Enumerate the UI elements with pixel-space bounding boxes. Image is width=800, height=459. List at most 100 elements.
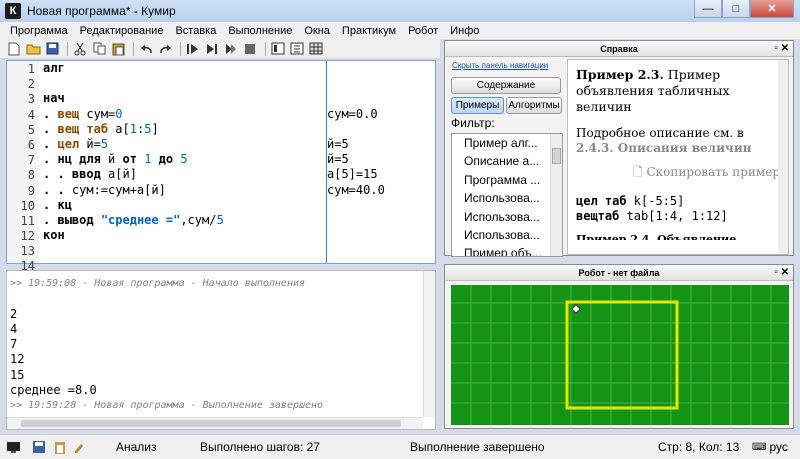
- save-icon[interactable]: [31, 440, 46, 455]
- list-item[interactable]: Программа ...: [452, 171, 562, 189]
- line-number: 5: [27, 122, 35, 137]
- list-item[interactable]: Пример объ...: [452, 244, 562, 256]
- menu-run[interactable]: Выполнение: [222, 25, 298, 37]
- line-number: 3: [27, 92, 35, 107]
- line-number: 10: [20, 198, 35, 213]
- list-scrollbar[interactable]: [550, 134, 562, 256]
- status-bar: Анализ Выполнено шагов: 27 Выполнение за…: [0, 434, 800, 459]
- menu-practicum[interactable]: Практикум: [336, 25, 402, 37]
- doc-scrollbar[interactable]: [778, 60, 788, 254]
- console-horizontal-scrollbar[interactable]: [7, 417, 423, 429]
- stop-icon[interactable]: [242, 41, 258, 57]
- code-line[interactable]: . . сум:=сум+а[й]: [43, 183, 331, 198]
- examples-button[interactable]: Примеры: [451, 97, 504, 114]
- doc-reference-link[interactable]: 2.4.3. Описания величин: [576, 141, 752, 155]
- toolbar-separator: [133, 41, 134, 56]
- robot-grid: [451, 285, 789, 425]
- paste-icon[interactable]: [110, 41, 126, 57]
- margin-value: [327, 61, 436, 76]
- close-button[interactable]: ✕: [750, 0, 794, 18]
- doc-code-keyword: цел таб: [576, 194, 627, 208]
- line-number: 8: [27, 168, 35, 183]
- code-line[interactable]: . нц для й от 1 до 5: [43, 152, 331, 167]
- margin-value: й=5: [327, 152, 349, 167]
- menu-windows[interactable]: Окна: [298, 25, 336, 37]
- code-line[interactable]: алг: [43, 61, 331, 76]
- scroll-thumb[interactable]: [21, 420, 401, 427]
- code-line[interactable]: . вывод "среднее =",сум/5: [43, 213, 331, 228]
- robot-icon[interactable]: [289, 41, 305, 57]
- redo-icon[interactable]: [157, 41, 173, 57]
- console-line: 4: [10, 321, 18, 336]
- margin-value: [327, 122, 436, 137]
- undo-icon[interactable]: [138, 41, 154, 57]
- console-vertical-scrollbar[interactable]: [423, 271, 435, 417]
- edit-icon[interactable]: [71, 440, 86, 455]
- code-line[interactable]: нач: [43, 91, 331, 106]
- doc-paragraph-text: Подробное описание см. в: [576, 126, 744, 140]
- robot-panel: Робот - нет файла ▫ ✕: [444, 264, 794, 429]
- menu-program[interactable]: Программа: [4, 25, 74, 37]
- code-line[interactable]: . цел й=5: [43, 137, 331, 152]
- robot-field[interactable]: [451, 285, 789, 425]
- keyboard-icon: ⌨: [752, 441, 767, 453]
- copy-icon[interactable]: [91, 41, 107, 57]
- code-line[interactable]: . вещ таб а[1:5]: [43, 122, 331, 137]
- margin-value: [327, 213, 436, 228]
- open-file-icon[interactable]: [25, 41, 41, 57]
- algorithms-button[interactable]: Алгоритмы: [506, 97, 562, 114]
- scroll-thumb[interactable]: [552, 148, 561, 164]
- margin-value: [327, 243, 436, 258]
- code-text[interactable]: алг нач. вещ сум=0. вещ таб а[1:5]. цел …: [43, 61, 331, 274]
- status-keyboard-layout[interactable]: ⌨ рус: [752, 440, 788, 454]
- panel-float-close-icons[interactable]: ▫ ✕: [774, 41, 789, 57]
- menu-info[interactable]: Инфо: [444, 25, 485, 37]
- grid-icon[interactable]: [308, 41, 324, 57]
- status-cursor-position: Стр: 8, Кол: 13: [658, 440, 740, 454]
- menu-robot[interactable]: Робот: [402, 25, 444, 37]
- run-step-icon[interactable]: [204, 41, 220, 57]
- title-bar: К Новая программа* - Кумир — □ ✕: [0, 0, 800, 22]
- contents-button[interactable]: Содержание: [451, 77, 561, 94]
- step-into-icon[interactable]: [223, 41, 239, 57]
- status-language: рус: [769, 440, 788, 454]
- examples-list[interactable]: Пример алг... Описание а... Программа ..…: [451, 133, 563, 257]
- run-icon[interactable]: [185, 41, 201, 57]
- grid-lines: [451, 285, 789, 425]
- hide-navigation-link[interactable]: Скрыть панель навигации: [452, 61, 548, 70]
- clipboard-icon[interactable]: [52, 440, 67, 455]
- list-item[interactable]: Пример алг...: [452, 134, 562, 152]
- list-item[interactable]: Описание а...: [452, 152, 562, 170]
- line-number-gutter: 1 2 3 4 5 6 7 8 9 10 11 12 13 14: [7, 61, 39, 273]
- panel-float-close-icons[interactable]: ▫ ✕: [774, 265, 789, 281]
- new-file-icon[interactable]: [6, 41, 22, 57]
- doc-heading: Пример 2.3. Пример объявления табличных …: [576, 67, 780, 115]
- list-item[interactable]: Использова...: [452, 226, 562, 244]
- cut-icon[interactable]: [72, 41, 88, 57]
- maximize-button[interactable]: □: [722, 0, 750, 18]
- help-panel: Справка ▫ ✕ Скрыть панель навигации Соде…: [444, 40, 794, 257]
- minimize-button[interactable]: —: [694, 0, 722, 18]
- window-title: Новая программа* - Кумир: [27, 4, 176, 18]
- menu-insert[interactable]: Вставка: [169, 25, 222, 37]
- list-item[interactable]: Использова...: [452, 208, 562, 226]
- doc-paragraph: Подробное описание см. в 2.4.3. Описания…: [576, 126, 780, 156]
- help-document: Пример 2.3. Пример объявления табличных …: [567, 59, 789, 255]
- code-editor[interactable]: 1 2 3 4 5 6 7 8 9 10 11 12 13 14 алг нач…: [6, 60, 436, 273]
- code-line[interactable]: кон: [43, 228, 331, 243]
- list-item[interactable]: Использова...: [452, 189, 562, 207]
- console-icon[interactable]: [270, 41, 286, 57]
- code-line[interactable]: . вещ сум=0: [43, 107, 331, 122]
- code-line[interactable]: . . ввод а[й]: [43, 167, 331, 182]
- copy-example-link[interactable]: 🗋 Скопировать пример: [576, 163, 780, 184]
- robot-marker-icon: [571, 304, 581, 314]
- doc-code-line: цел таб k[-5:5]: [576, 194, 685, 208]
- line-number: 7: [27, 153, 35, 168]
- save-icon[interactable]: [44, 41, 60, 57]
- code-line[interactable]: [43, 76, 331, 91]
- code-line[interactable]: [43, 243, 331, 258]
- output-console[interactable]: >> 19:59:08 - Новая программа - Начало в…: [6, 270, 436, 430]
- menu-edit[interactable]: Редактирование: [74, 25, 170, 37]
- code-line[interactable]: . кц: [43, 198, 331, 213]
- doc-code-keyword: вещтаб: [576, 209, 620, 223]
